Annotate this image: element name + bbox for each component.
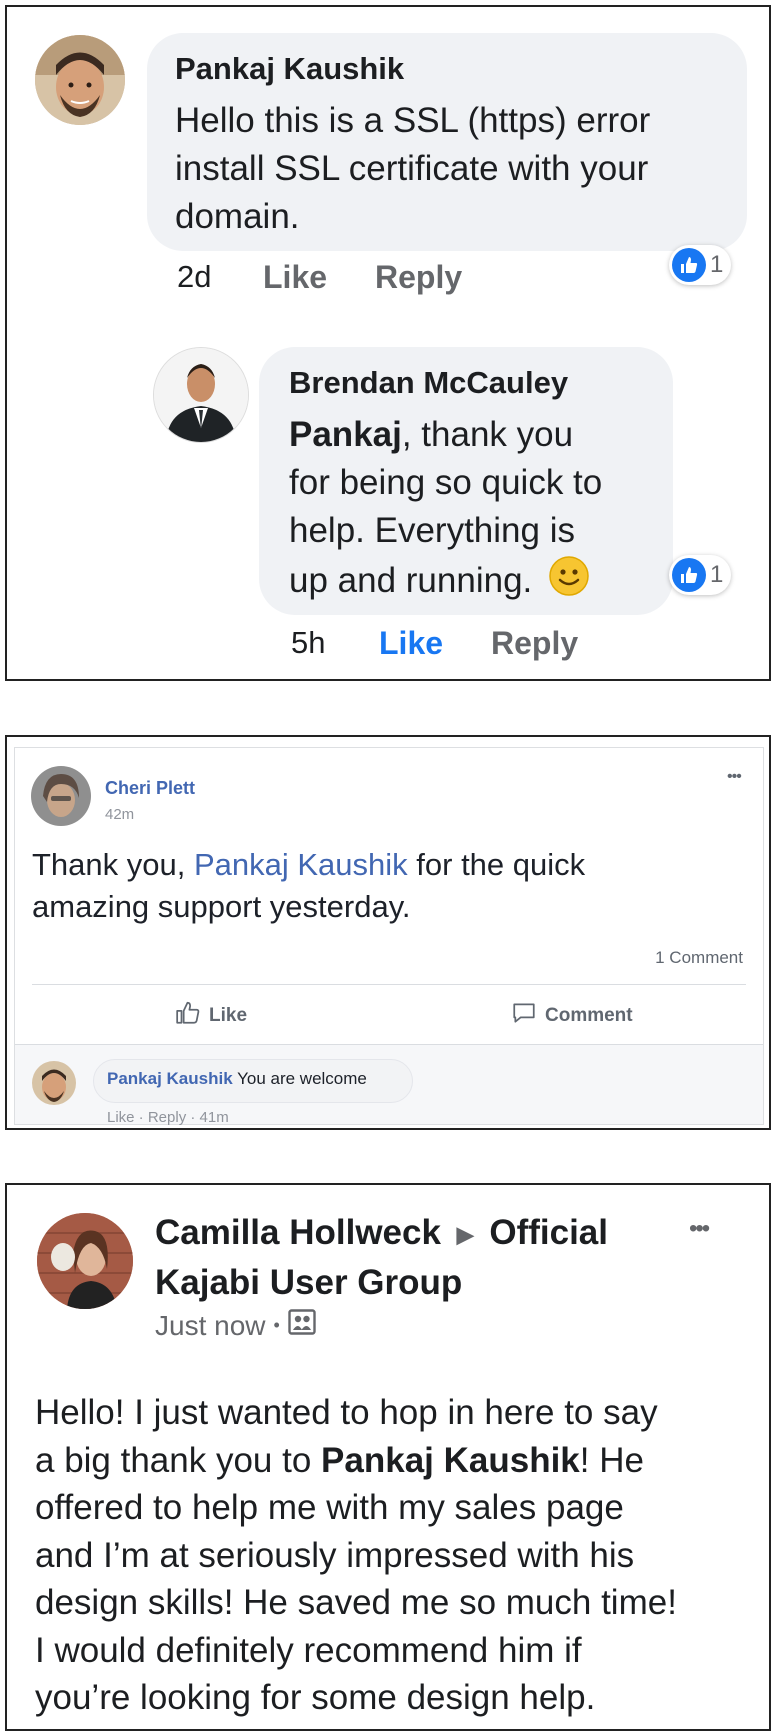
post-meta: Just now •: [155, 1309, 316, 1342]
post-line: Thank you, Pankaj Kaushik for the quick: [32, 844, 585, 886]
comment-count[interactable]: 1 Comment: [655, 948, 743, 968]
like-button-active[interactable]: Like: [379, 625, 443, 662]
arrow-right-icon: ▶: [456, 1221, 474, 1247]
avatar[interactable]: [37, 1213, 133, 1309]
mention-link[interactable]: Pankaj: [289, 415, 402, 454]
post-author[interactable]: Cheri Plett: [105, 778, 195, 799]
comment-author[interactable]: Pankaj Kaushik: [175, 51, 404, 87]
reaction-badge[interactable]: 1: [669, 555, 732, 595]
post-text: Thank you, Pankaj Kaushik for the quick …: [32, 844, 585, 928]
post-line: and I’m at seriously impressed with his: [35, 1535, 635, 1575]
group-name[interactable]: Official: [489, 1213, 608, 1252]
post-time[interactable]: 42m: [105, 806, 134, 823]
post-container: Cheri Plett 42m ••• Thank you, Pankaj Ka…: [14, 747, 764, 1126]
mention-link[interactable]: Pankaj Kaushik: [194, 847, 408, 882]
post-line: Hello! I just wanted to hop in here to s…: [35, 1393, 658, 1432]
reaction-count: 1: [710, 561, 724, 588]
comment-time[interactable]: 2d: [177, 259, 211, 295]
more-options-icon[interactable]: •••: [689, 1215, 710, 1243]
reply-line: Pankaj, thank you: [289, 411, 602, 459]
reply-content: Pankaj Kaushik You are welcome: [107, 1069, 367, 1089]
person-avatar-icon: [35, 35, 125, 125]
avatar[interactable]: [153, 347, 249, 443]
like-action-button[interactable]: Like: [175, 1000, 247, 1032]
group-audience-icon: [288, 1309, 316, 1342]
post-time[interactable]: Just now: [155, 1310, 266, 1342]
like-action-label: Like: [209, 1005, 248, 1026]
post-text-part: a big thank you to: [35, 1440, 322, 1480]
avatar[interactable]: [31, 766, 91, 826]
more-options-icon[interactable]: •••: [727, 768, 742, 786]
mention-link[interactable]: Pankaj Kaushik: [321, 1441, 580, 1480]
post-author[interactable]: Camilla Hollweck: [155, 1213, 441, 1252]
comment-line: domain.: [175, 197, 300, 236]
like-button[interactable]: Like: [263, 259, 327, 296]
comment-action-label: Comment: [545, 1005, 633, 1026]
post-line: you’re looking for some design help.: [35, 1678, 596, 1717]
reply-line-text: up and running.: [289, 560, 533, 600]
reaction-count: 1: [710, 251, 724, 278]
reply-text: You are welcome: [237, 1069, 367, 1088]
reply-line: up and running.: [289, 555, 602, 610]
post-line: offered to help me with my sales page: [35, 1488, 624, 1527]
avatar[interactable]: [35, 35, 125, 125]
reply-author[interactable]: Pankaj Kaushik: [107, 1069, 233, 1088]
thumbs-up-icon: [175, 1000, 201, 1032]
comment-line: Hello this is a SSL (https) error: [175, 101, 651, 140]
reply-line: help. Everything is: [289, 511, 575, 550]
header-line: Camilla Hollweck ▶ Official: [155, 1209, 608, 1259]
post-text-part: for the quick: [407, 847, 586, 882]
post-line: amazing support yesterday.: [32, 889, 411, 924]
facebook-post-card: Cheri Plett 42m ••• Thank you, Pankaj Ka…: [5, 735, 771, 1130]
reply-button[interactable]: Reply: [375, 259, 462, 296]
divider: [32, 984, 746, 985]
avatar[interactable]: [32, 1061, 76, 1105]
like-reaction-icon: [672, 248, 706, 282]
post-text-part: Thank you,: [32, 847, 194, 882]
comment-text: Hello this is a SSL (https) error instal…: [175, 97, 650, 241]
reaction-badge[interactable]: 1: [669, 245, 732, 285]
post-body: Hello! I just wanted to hop in here to s…: [35, 1389, 677, 1722]
person-avatar-icon: [31, 766, 91, 826]
like-reaction-icon: [672, 558, 706, 592]
reply-line: for being so quick to: [289, 463, 603, 502]
post-header: Camilla Hollweck ▶ Official Kajabi User …: [155, 1209, 608, 1307]
comment-action-button[interactable]: Comment: [511, 1000, 633, 1032]
reply-author[interactable]: Brendan McCauley: [289, 365, 568, 401]
comment-line: install SSL certificate with your: [175, 149, 649, 188]
group-post-card: Camilla Hollweck ▶ Official Kajabi User …: [5, 1183, 771, 1731]
comment-icon: [511, 1000, 537, 1032]
post-line: I would definitely recommend him if: [35, 1630, 582, 1670]
reply-actions[interactable]: Like · Reply · 41m: [107, 1109, 229, 1126]
person-avatar-icon: [32, 1061, 76, 1105]
reply-button[interactable]: Reply: [491, 625, 578, 662]
person-avatar-icon: [154, 348, 248, 442]
post-line: a big thank you to Pankaj Kaushik! He: [35, 1437, 677, 1485]
reply-text: Pankaj, thank you for being so quick to …: [289, 411, 602, 610]
comment-thread-card: Pankaj Kaushik Hello this is a SSL (http…: [5, 5, 771, 681]
post-text-part: ! He: [579, 1440, 644, 1480]
person-avatar-icon: [37, 1213, 133, 1309]
reply-time[interactable]: 5h: [291, 625, 325, 661]
reply-line-rest: , thank you: [401, 415, 574, 454]
separator-dot: •: [273, 1315, 280, 1335]
group-name-continued[interactable]: Kajabi User Group: [155, 1259, 608, 1307]
comments-section: Pankaj Kaushik You are welcome Like · Re…: [15, 1044, 763, 1126]
smiley-emoji-icon: [548, 555, 590, 610]
post-line: design skills! He saved me so much time!: [35, 1583, 677, 1622]
